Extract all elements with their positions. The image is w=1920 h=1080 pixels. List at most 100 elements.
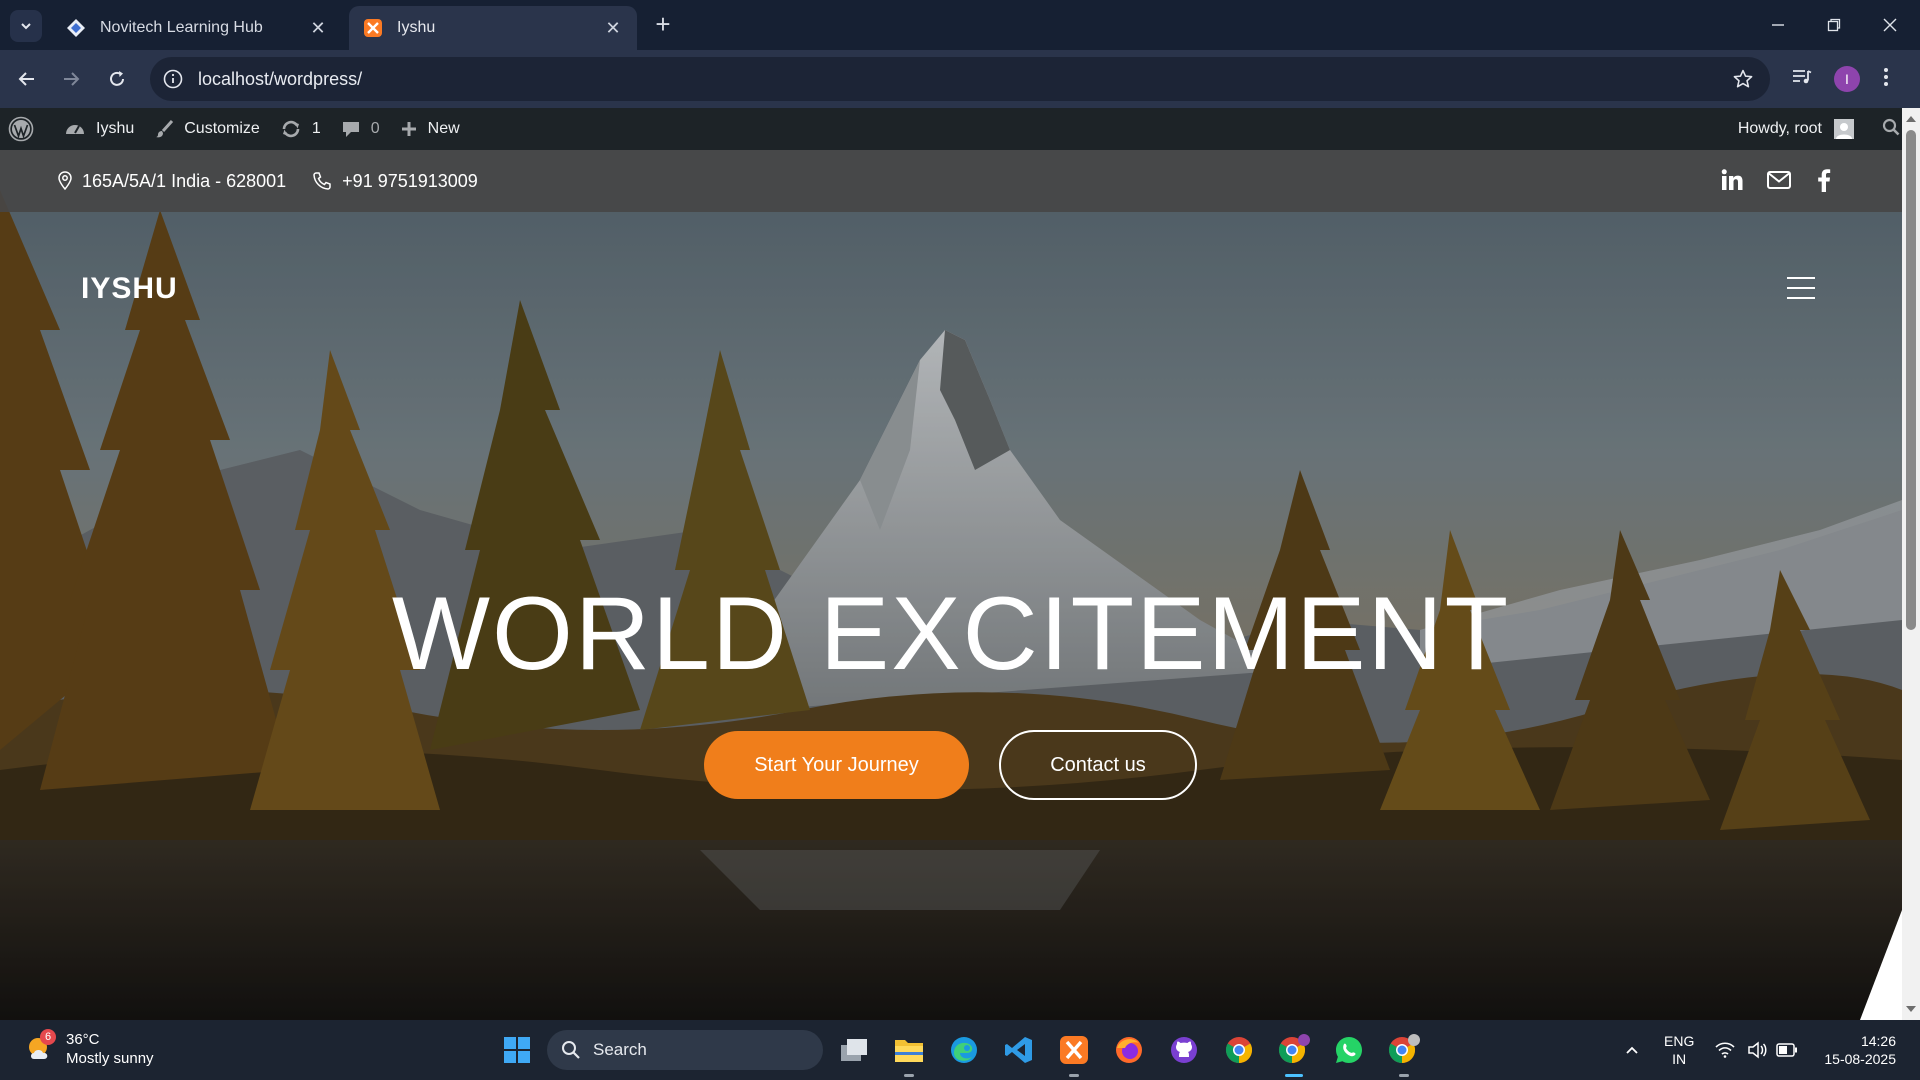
address-text: 165A/5A/1 India - 628001 bbox=[82, 170, 287, 191]
page-viewport: 165A/5A/1 India - 628001 +91 9751913009 … bbox=[0, 150, 1902, 1020]
browser-tabstrip: Novitech Learning Hub ✕ Iyshu ✕ + bbox=[0, 0, 1920, 50]
chrome-alt-icon[interactable] bbox=[1384, 1030, 1424, 1070]
reload-icon bbox=[110, 71, 124, 86]
updates-icon bbox=[282, 120, 300, 138]
clock-date: 15-08-2025 bbox=[1824, 1051, 1896, 1067]
close-tab-icon[interactable]: ✕ bbox=[308, 18, 328, 38]
site-name-menu[interactable]: Iyshu bbox=[54, 108, 144, 150]
clock-time: 14:26 bbox=[1860, 1033, 1896, 1049]
battery-icon[interactable] bbox=[1767, 1030, 1807, 1070]
input-language[interactable]: ENG IN bbox=[1664, 1032, 1694, 1068]
phone-item: +91 9751913009 bbox=[312, 171, 478, 192]
search-icon[interactable] bbox=[1882, 118, 1900, 141]
customize-label: Customize bbox=[184, 120, 260, 137]
novitech-icon bbox=[66, 18, 86, 38]
tab-novitech[interactable]: Novitech Learning Hub ✕ bbox=[52, 6, 342, 50]
facebook-icon[interactable] bbox=[1814, 168, 1834, 192]
hamburger-menu-icon[interactable] bbox=[1787, 277, 1815, 299]
dashboard-icon bbox=[66, 125, 84, 134]
reload-button[interactable] bbox=[101, 63, 133, 95]
show-hidden-icons-chevron-up-icon[interactable] bbox=[1612, 1030, 1652, 1070]
tab-search-button[interactable] bbox=[10, 10, 42, 42]
wordpress-logo-icon bbox=[8, 116, 34, 142]
chrome-icon[interactable] bbox=[1219, 1030, 1259, 1070]
browser-menu-button[interactable] bbox=[1882, 65, 1890, 94]
new-tab-button[interactable]: + bbox=[650, 11, 676, 38]
system-clock[interactable]: 14:26 15-08-2025 bbox=[1818, 1032, 1896, 1068]
social-links bbox=[1720, 168, 1834, 192]
close-window-button[interactable] bbox=[1862, 0, 1918, 50]
lang-top: ENG bbox=[1664, 1033, 1695, 1049]
whatsapp-icon[interactable] bbox=[1329, 1030, 1369, 1070]
close-tab-icon[interactable]: ✕ bbox=[603, 18, 623, 38]
site-name-label: Iyshu bbox=[96, 120, 135, 137]
weather-widget[interactable]: 6 36°C Mostly sunny bbox=[24, 1029, 154, 1068]
hero-section: 165A/5A/1 India - 628001 +91 9751913009 … bbox=[0, 150, 1902, 1020]
media-control-button[interactable] bbox=[1790, 65, 1814, 94]
search-placeholder: Search bbox=[593, 1040, 647, 1059]
mail-icon[interactable] bbox=[1766, 168, 1792, 192]
start-button[interactable] bbox=[497, 1030, 537, 1070]
bookmark-star-icon[interactable] bbox=[1732, 68, 1754, 90]
wp-logo-menu[interactable] bbox=[0, 108, 54, 150]
plus-icon bbox=[401, 122, 416, 136]
admin-bar-right: Howdy, root bbox=[1738, 108, 1900, 150]
scrollbar-thumb[interactable] bbox=[1906, 130, 1916, 630]
updates-link[interactable]: 1 bbox=[270, 108, 331, 150]
phone-text[interactable]: +91 9751913009 bbox=[342, 171, 478, 192]
arrow-right-icon bbox=[64, 72, 80, 86]
scroll-down-arrow[interactable] bbox=[1906, 1006, 1916, 1012]
restore-button[interactable] bbox=[1806, 0, 1862, 50]
scroll-up-arrow[interactable] bbox=[1906, 116, 1916, 122]
start-journey-button[interactable]: Start Your Journey bbox=[704, 731, 969, 799]
back-button[interactable] bbox=[11, 63, 43, 95]
weather-desc: Mostly sunny bbox=[66, 1050, 154, 1067]
chrome-profile-icon[interactable] bbox=[1274, 1030, 1314, 1070]
github-desktop-icon[interactable] bbox=[1164, 1030, 1204, 1070]
restore-icon bbox=[1827, 18, 1841, 32]
avatar[interactable] bbox=[1834, 119, 1854, 139]
phone-icon bbox=[313, 172, 331, 190]
linkedin-icon[interactable] bbox=[1720, 168, 1744, 192]
windows-taskbar: 6 36°C Mostly sunny Search ENG IN 14:26 … bbox=[0, 1020, 1920, 1080]
site-info-icon[interactable] bbox=[162, 68, 184, 90]
contact-us-button[interactable]: Contact us bbox=[999, 730, 1197, 800]
close-icon bbox=[1883, 18, 1897, 32]
edge-icon[interactable] bbox=[944, 1030, 984, 1070]
arrow-left-icon bbox=[18, 72, 34, 86]
lang-bottom: IN bbox=[1672, 1051, 1687, 1067]
windows-logo-icon bbox=[504, 1037, 530, 1063]
page-scrollbar[interactable] bbox=[1902, 108, 1920, 1020]
location-pin-icon bbox=[58, 171, 72, 191]
customize-link[interactable]: Customize bbox=[144, 108, 270, 150]
weather-badge: 6 bbox=[40, 1029, 56, 1045]
hero-headline: WORLD EXCITEMENT bbox=[391, 576, 1511, 692]
minimize-icon bbox=[1772, 24, 1784, 26]
wp-admin-bar: Iyshu Customize 1 0 New Howdy, root bbox=[0, 108, 1920, 150]
vscode-icon[interactable] bbox=[999, 1030, 1039, 1070]
address-item: 165A/5A/1 India - 628001 bbox=[58, 171, 286, 192]
tab-iyshu[interactable]: Iyshu ✕ bbox=[349, 6, 637, 50]
contact-topbar: 165A/5A/1 India - 628001 +91 9751913009 bbox=[0, 150, 1902, 212]
comments-link[interactable]: 0 bbox=[331, 108, 390, 150]
task-view-icon[interactable] bbox=[834, 1030, 874, 1070]
xampp-icon bbox=[363, 18, 383, 38]
howdy-user-menu[interactable]: Howdy, root bbox=[1738, 120, 1822, 138]
comment-icon bbox=[342, 122, 359, 137]
file-explorer-icon[interactable] bbox=[889, 1030, 929, 1070]
more-vert-icon bbox=[1884, 68, 1888, 86]
taskbar-search[interactable]: Search bbox=[547, 1030, 823, 1070]
minimize-button[interactable] bbox=[1750, 0, 1806, 50]
new-label: New bbox=[427, 120, 460, 137]
new-content-menu[interactable]: New bbox=[390, 108, 470, 150]
tab-title: Iyshu bbox=[397, 19, 436, 36]
chevron-down-icon bbox=[21, 23, 31, 30]
site-logo[interactable]: IYSHU bbox=[81, 272, 178, 306]
updates-count: 1 bbox=[311, 120, 321, 137]
firefox-icon[interactable] bbox=[1109, 1030, 1149, 1070]
forward-button[interactable] bbox=[55, 63, 87, 95]
paintbrush-icon bbox=[156, 119, 174, 138]
address-bar[interactable]: localhost/wordpress/ bbox=[150, 57, 1770, 101]
xampp-icon[interactable] bbox=[1054, 1030, 1094, 1070]
profile-avatar[interactable]: I bbox=[1834, 66, 1860, 92]
